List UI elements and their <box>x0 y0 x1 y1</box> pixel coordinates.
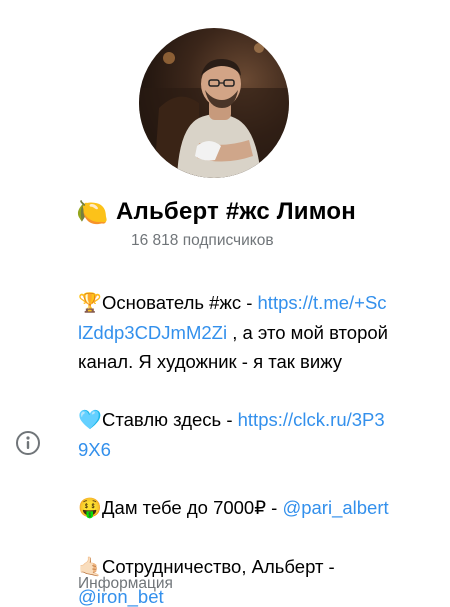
bio-text: Ставлю здесь - <box>102 409 238 430</box>
bio-text: Дам тебе до 7000₽ - <box>102 497 283 518</box>
lemon-icon: 🍋 <box>76 197 109 227</box>
bio-text: канал. Я художник - я так вижу <box>78 351 343 372</box>
bio-text: Сотрудничество, Альберт - <box>102 556 335 577</box>
info-section-label: Информация <box>78 575 173 592</box>
bio-line-founder: 🏆Основатель #жс - https://t.me/+Sc lZddp3… <box>78 288 428 376</box>
avatar-photo <box>139 43 289 178</box>
channel-title-row: 🍋 Альберт #жс Лимон <box>76 196 356 228</box>
channel-title: Альберт #жс Лимон <box>116 198 356 225</box>
light-blue-heart-icon: 🩵 <box>78 410 102 431</box>
bio-text: , а это мой второй <box>227 322 389 343</box>
trophy-icon: 🏆 <box>78 293 102 314</box>
invite-link-part[interactable]: https://t.me/+Sc <box>258 292 387 313</box>
subscriber-count: 16 818 подписчиков <box>131 232 274 249</box>
bio-text: Основатель #жс - <box>102 292 258 313</box>
bio-line-bonus: 🤑Дам тебе до 7000₽ - @pari_albert <box>78 493 428 523</box>
info-circle-icon <box>16 431 40 455</box>
money-mouth-face-icon: 🤑 <box>78 498 102 519</box>
bio-line-bets: 🩵Ставлю здесь - https://clck.ru/3P3 9X6 <box>78 405 428 464</box>
bets-link-part[interactable]: https://clck.ru/3P3 <box>238 409 385 430</box>
invite-link-part[interactable]: lZddp3CDJmM2Zi <box>78 322 227 343</box>
pari-albert-link[interactable]: @pari_albert <box>282 497 388 518</box>
channel-avatar[interactable] <box>139 28 289 178</box>
bets-link-part[interactable]: 9X6 <box>78 439 111 460</box>
channel-description: 🏆Основатель #жс - https://t.me/+Sc lZddp3… <box>78 288 428 607</box>
